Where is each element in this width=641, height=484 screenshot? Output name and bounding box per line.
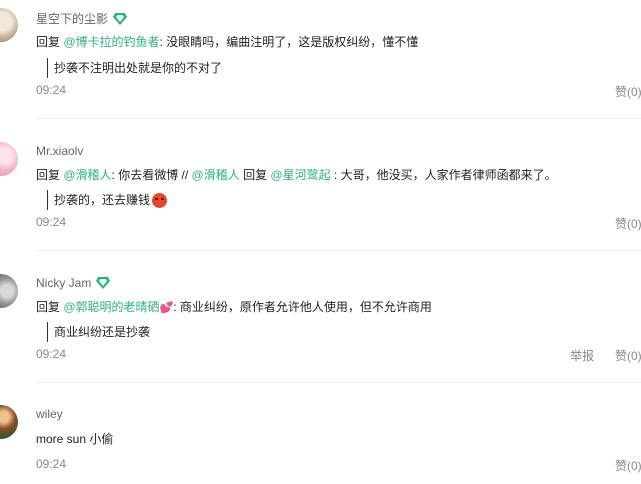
quoted-reply: 抄袭的，还去赚钱 [47,190,168,210]
divider [36,118,641,119]
username[interactable]: Nicky Jam [36,276,91,290]
divider [36,250,641,251]
comment-body: : 大哥，他没买，人家作者律师函都来了。 [330,168,557,182]
username[interactable]: Mr.xiaolv [36,144,83,158]
mention-link[interactable]: @星河鹭起 [270,168,330,182]
divider [36,382,641,383]
username[interactable]: 星空下的尘影 [36,10,108,27]
comment-username-row: Nicky Jam [36,276,111,290]
comment-body: : 你去看微博 // [111,168,192,182]
username[interactable]: wiley [36,407,63,421]
reply-prefix: 回复 [36,168,64,182]
like-button[interactable]: 赞(0) [615,347,641,364]
like-button[interactable]: 赞(0) [615,215,641,232]
like-button[interactable]: 赞(0) [615,457,641,474]
angry-emoji-icon [152,192,168,208]
comment-username-row: 星空下的尘影 [36,10,128,27]
quote-text: 抄袭不注明出处就是你的不对了 [54,61,223,75]
mention-link[interactable]: @郭聪明的老晴硒 [63,300,159,314]
comment-body: 回复 [239,168,271,182]
reply-prefix: 回复 [36,35,64,49]
timestamp: 09:24 [36,347,67,361]
comment-username-row: Mr.xiaolv [36,144,83,158]
avatar[interactable] [0,274,18,308]
vip-badge-icon [113,12,128,25]
timestamp: 09:24 [36,83,67,97]
comment-text: 回复 @博卡拉的钓鱼者: 没眼睛吗，编曲注明了，这是版权纠纷，懂不懂 [36,34,418,50]
report-button[interactable]: 举报 [570,347,594,364]
mention-link[interactable]: @博卡拉的钓鱼者 [63,35,159,49]
quoted-reply: 抄袭不注明出处就是你的不对了 [47,58,222,78]
avatar[interactable] [0,142,18,176]
comment-text: 回复 @郭聪明的老晴硒💕: 商业纠纷，原作者允许他人使用，但不允许商用 [36,299,432,316]
comment-body: more sun 小偷 [36,432,114,446]
quote-text: 抄袭的，还去赚钱 [54,193,151,207]
quoted-reply: 商业纠纷还是抄袭 [47,322,150,342]
avatar[interactable] [0,405,18,439]
comment-username-row: wiley [36,407,63,421]
avatar[interactable] [0,8,18,42]
comment-body: : 商业纠纷，原作者允许他人使用，但不允许商用 [173,300,432,314]
comment-text: 回复 @滑稽人: 你去看微博 // @滑稽人 回复 @星河鹭起 : 大哥，他没买… [36,167,557,183]
quote-text: 商业纠纷还是抄袭 [54,325,151,339]
mention-link[interactable]: @滑稽人 [192,168,240,182]
like-button[interactable]: 赞(0) [615,83,641,100]
timestamp: 09:24 [36,457,67,471]
timestamp: 09:24 [36,215,67,229]
mention-link[interactable]: @滑稽人 [63,168,111,182]
comment-body: : 没眼睛吗，编曲注明了，这是版权纠纷，懂不懂 [159,35,419,49]
vip-badge-icon [96,277,111,289]
reply-prefix: 回复 [36,300,64,314]
heart-emoji-icon: 💕 [159,302,174,314]
comment-text: more sun 小偷 [36,431,113,447]
